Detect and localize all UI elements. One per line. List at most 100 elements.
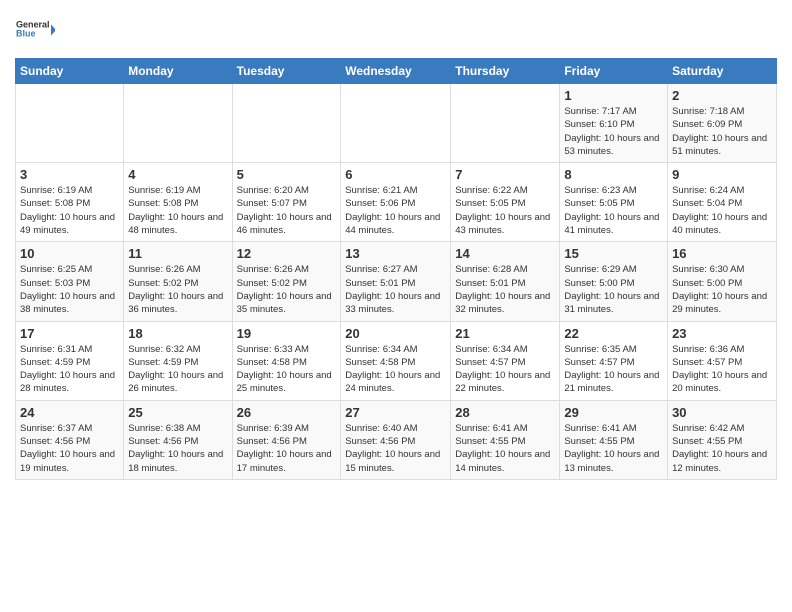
day-cell: 23Sunrise: 6:36 AM Sunset: 4:57 PM Dayli… — [668, 321, 777, 400]
day-number: 15 — [564, 246, 663, 261]
day-cell: 6 Sunrise: 6:21 AM Sunset: 5:06 PM Daylig… — [341, 163, 451, 242]
day-number: 21 — [455, 326, 555, 341]
day-number: 7 — [455, 167, 555, 182]
day-info: Sunrise: 6:29 AM Sunset: 5:00 PM Dayligh… — [564, 263, 663, 316]
day-info: Sunrise: 6:41 AM Sunset: 4:55 PM Dayligh… — [564, 422, 663, 475]
day-number: 26 — [237, 405, 337, 420]
day-info: Sunrise: 6:26 AM Sunset: 5:02 PM Dayligh… — [237, 263, 337, 316]
day-number: 8 — [564, 167, 663, 182]
day-cell: 10Sunrise: 6:25 AM Sunset: 5:03 PM Dayli… — [16, 242, 124, 321]
day-info: Sunrise: 7:18 AM Sunset: 6:09 PM Dayligh… — [672, 105, 772, 158]
day-info: Sunrise: 6:24 AM Sunset: 5:04 PM Dayligh… — [672, 184, 772, 237]
day-info: Sunrise: 6:30 AM Sunset: 5:00 PM Dayligh… — [672, 263, 772, 316]
week-row-1: 1 Sunrise: 7:17 AM Sunset: 6:10 PM Daylig… — [16, 84, 777, 163]
day-info: Sunrise: 6:32 AM Sunset: 4:59 PM Dayligh… — [128, 343, 227, 396]
col-header-monday: Monday — [124, 59, 232, 84]
day-cell: 24Sunrise: 6:37 AM Sunset: 4:56 PM Dayli… — [16, 400, 124, 479]
day-info: Sunrise: 6:35 AM Sunset: 4:57 PM Dayligh… — [564, 343, 663, 396]
day-number: 6 — [345, 167, 446, 182]
day-info: Sunrise: 6:21 AM Sunset: 5:06 PM Dayligh… — [345, 184, 446, 237]
col-header-thursday: Thursday — [451, 59, 560, 84]
day-number: 10 — [20, 246, 119, 261]
day-info: Sunrise: 6:31 AM Sunset: 4:59 PM Dayligh… — [20, 343, 119, 396]
day-cell: 13 Sunrise: 6:27 AM Sunset: 5:01 PM Dayli… — [341, 242, 451, 321]
day-number: 23 — [672, 326, 772, 341]
logo: General Blue — [15, 10, 55, 50]
day-number: 9 — [672, 167, 772, 182]
day-info: Sunrise: 6:42 AM Sunset: 4:55 PM Dayligh… — [672, 422, 772, 475]
day-info: Sunrise: 6:34 AM Sunset: 4:58 PM Dayligh… — [345, 343, 446, 396]
week-row-5: 24Sunrise: 6:37 AM Sunset: 4:56 PM Dayli… — [16, 400, 777, 479]
day-info: Sunrise: 6:41 AM Sunset: 4:55 PM Dayligh… — [455, 422, 555, 475]
col-header-tuesday: Tuesday — [232, 59, 341, 84]
day-cell: 12 Sunrise: 6:26 AM Sunset: 5:02 PM Dayli… — [232, 242, 341, 321]
day-number: 25 — [128, 405, 227, 420]
day-cell: 1 Sunrise: 7:17 AM Sunset: 6:10 PM Daylig… — [560, 84, 668, 163]
day-cell: 20 Sunrise: 6:34 AM Sunset: 4:58 PM Dayli… — [341, 321, 451, 400]
day-number: 3 — [20, 167, 119, 182]
day-cell: 8 Sunrise: 6:23 AM Sunset: 5:05 PM Daylig… — [560, 163, 668, 242]
day-cell: 21Sunrise: 6:34 AM Sunset: 4:57 PM Dayli… — [451, 321, 560, 400]
day-number: 22 — [564, 326, 663, 341]
calendar-table: SundayMondayTuesdayWednesdayThursdayFrid… — [15, 58, 777, 480]
day-cell: 17 Sunrise: 6:31 AM Sunset: 4:59 PM Dayli… — [16, 321, 124, 400]
logo-blue-text: Blue — [16, 29, 36, 39]
day-info: Sunrise: 6:22 AM Sunset: 5:05 PM Dayligh… — [455, 184, 555, 237]
day-info: Sunrise: 6:19 AM Sunset: 5:08 PM Dayligh… — [20, 184, 119, 237]
logo-svg: General Blue — [15, 10, 55, 50]
day-cell: 7 Sunrise: 6:22 AM Sunset: 5:05 PM Daylig… — [451, 163, 560, 242]
week-row-2: 3 Sunrise: 6:19 AM Sunset: 5:08 PM Daylig… — [16, 163, 777, 242]
day-cell: 29 Sunrise: 6:41 AM Sunset: 4:55 PM Dayli… — [560, 400, 668, 479]
day-cell — [451, 84, 560, 163]
day-number: 19 — [237, 326, 337, 341]
day-cell: 28 Sunrise: 6:41 AM Sunset: 4:55 PM Dayli… — [451, 400, 560, 479]
col-header-sunday: Sunday — [16, 59, 124, 84]
day-info: Sunrise: 6:33 AM Sunset: 4:58 PM Dayligh… — [237, 343, 337, 396]
day-number: 11 — [128, 246, 227, 261]
day-cell: 14 Sunrise: 6:28 AM Sunset: 5:01 PM Dayli… — [451, 242, 560, 321]
day-number: 13 — [345, 246, 446, 261]
col-header-wednesday: Wednesday — [341, 59, 451, 84]
day-number: 27 — [345, 405, 446, 420]
day-cell: 11 Sunrise: 6:26 AM Sunset: 5:02 PM Dayli… — [124, 242, 232, 321]
page: General Blue SundayMondayTuesdayWednesda… — [0, 0, 792, 612]
day-info: Sunrise: 6:38 AM Sunset: 4:56 PM Dayligh… — [128, 422, 227, 475]
day-number: 24 — [20, 405, 119, 420]
day-cell: 16 Sunrise: 6:30 AM Sunset: 5:00 PM Dayli… — [668, 242, 777, 321]
day-number: 28 — [455, 405, 555, 420]
day-cell: 26Sunrise: 6:39 AM Sunset: 4:56 PM Dayli… — [232, 400, 341, 479]
day-number: 1 — [564, 88, 663, 103]
day-info: Sunrise: 6:23 AM Sunset: 5:05 PM Dayligh… — [564, 184, 663, 237]
day-cell — [124, 84, 232, 163]
logo-general-text: General — [16, 20, 50, 30]
day-number: 14 — [455, 246, 555, 261]
day-cell — [232, 84, 341, 163]
week-row-3: 10Sunrise: 6:25 AM Sunset: 5:03 PM Dayli… — [16, 242, 777, 321]
day-cell: 9 Sunrise: 6:24 AM Sunset: 5:04 PM Daylig… — [668, 163, 777, 242]
logo-arrow — [51, 25, 55, 36]
day-info: Sunrise: 7:17 AM Sunset: 6:10 PM Dayligh… — [564, 105, 663, 158]
day-cell: 2Sunrise: 7:18 AM Sunset: 6:09 PM Daylig… — [668, 84, 777, 163]
day-info: Sunrise: 6:19 AM Sunset: 5:08 PM Dayligh… — [128, 184, 227, 237]
day-info: Sunrise: 6:40 AM Sunset: 4:56 PM Dayligh… — [345, 422, 446, 475]
day-number: 16 — [672, 246, 772, 261]
day-number: 17 — [20, 326, 119, 341]
day-number: 29 — [564, 405, 663, 420]
col-header-saturday: Saturday — [668, 59, 777, 84]
day-number: 30 — [672, 405, 772, 420]
day-cell: 4Sunrise: 6:19 AM Sunset: 5:08 PM Daylig… — [124, 163, 232, 242]
day-number: 5 — [237, 167, 337, 182]
day-cell: 18Sunrise: 6:32 AM Sunset: 4:59 PM Dayli… — [124, 321, 232, 400]
day-cell: 15 Sunrise: 6:29 AM Sunset: 5:00 PM Dayli… — [560, 242, 668, 321]
day-info: Sunrise: 6:27 AM Sunset: 5:01 PM Dayligh… — [345, 263, 446, 316]
header-row: SundayMondayTuesdayWednesdayThursdayFrid… — [16, 59, 777, 84]
day-number: 12 — [237, 246, 337, 261]
day-number: 20 — [345, 326, 446, 341]
day-cell: 3 Sunrise: 6:19 AM Sunset: 5:08 PM Daylig… — [16, 163, 124, 242]
day-cell: 30 Sunrise: 6:42 AM Sunset: 4:55 PM Dayli… — [668, 400, 777, 479]
day-info: Sunrise: 6:26 AM Sunset: 5:02 PM Dayligh… — [128, 263, 227, 316]
day-cell: 22 Sunrise: 6:35 AM Sunset: 4:57 PM Dayli… — [560, 321, 668, 400]
day-cell — [341, 84, 451, 163]
day-info: Sunrise: 6:28 AM Sunset: 5:01 PM Dayligh… — [455, 263, 555, 316]
day-cell: 25 Sunrise: 6:38 AM Sunset: 4:56 PM Dayli… — [124, 400, 232, 479]
